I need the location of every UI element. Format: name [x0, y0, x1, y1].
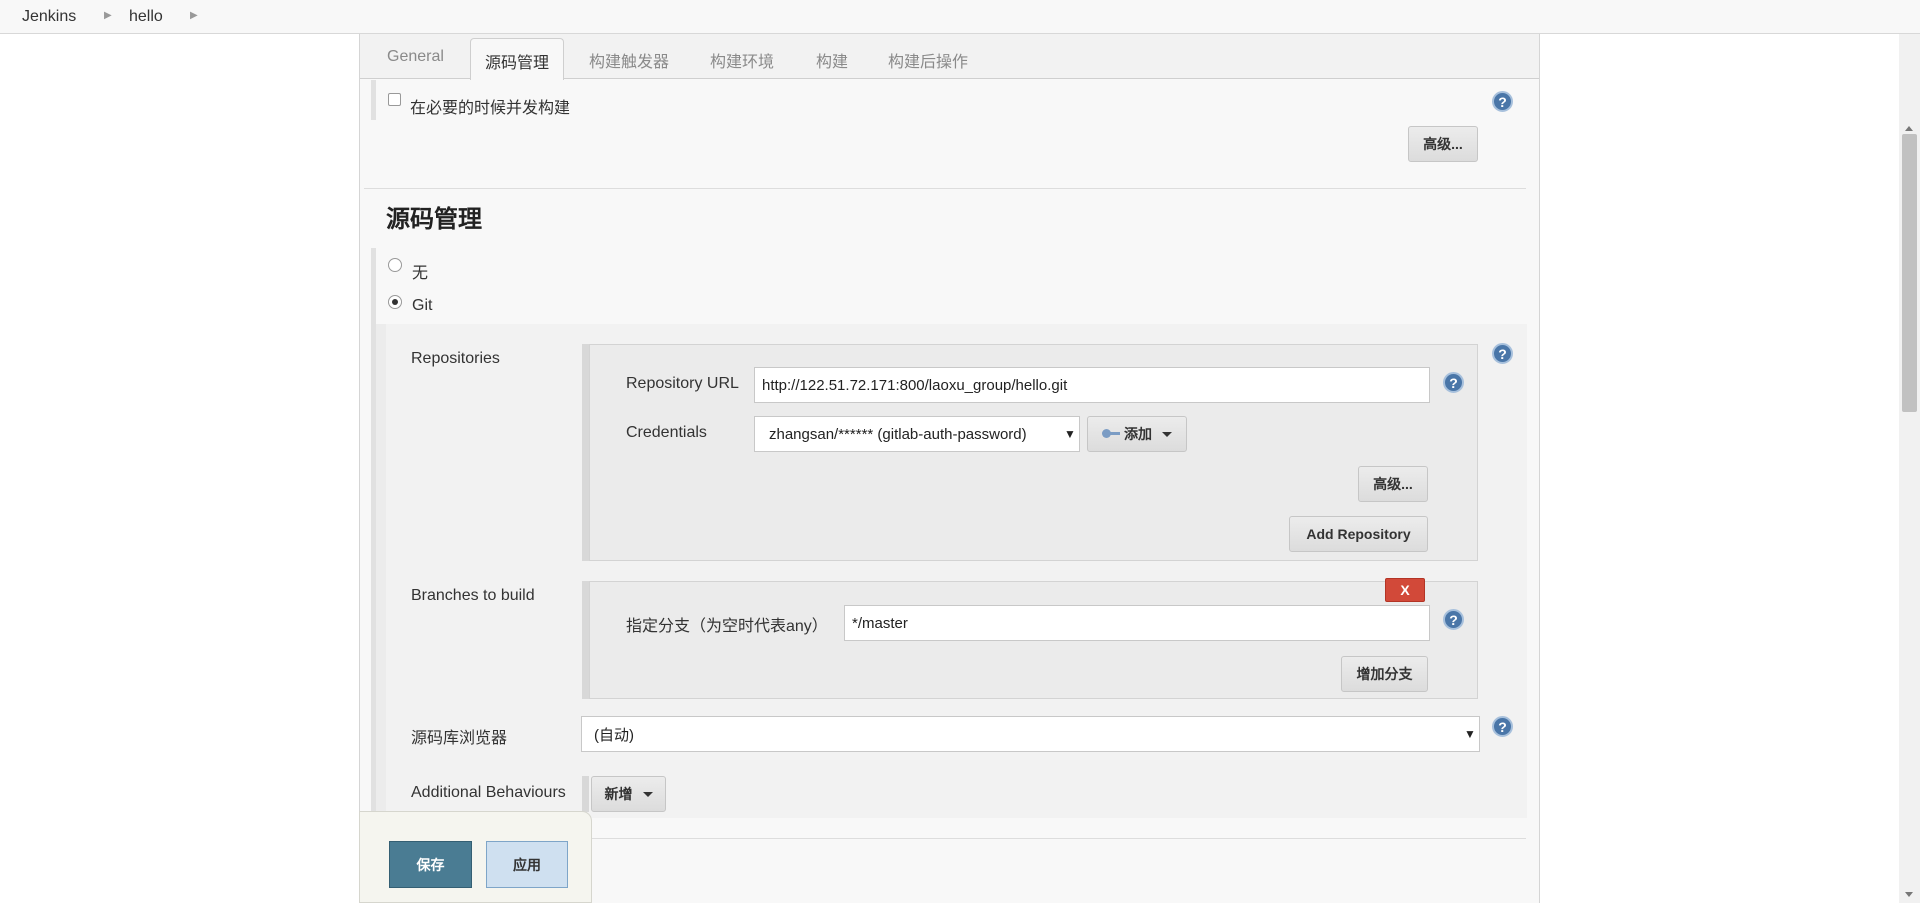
- add-behaviour-label: 新增: [604, 786, 633, 802]
- select-arrow-icon[interactable]: ▼: [1464, 727, 1476, 741]
- repo-browser-value: (自动): [594, 726, 634, 744]
- apply-button[interactable]: 应用: [486, 841, 568, 888]
- section-divider: [364, 188, 1526, 189]
- section-indent-bar: [371, 80, 376, 120]
- repo-url-input[interactable]: http://122.51.72.171:800/laoxu_group/hel…: [754, 367, 1430, 403]
- add-credentials-button[interactable]: 添加: [1087, 416, 1187, 452]
- save-button[interactable]: 保存: [389, 841, 472, 888]
- config-panel: General 源码管理 构建触发器 构建环境 构建 构建后操作 在必要的时候并…: [359, 34, 1540, 903]
- caret-down-icon: [642, 791, 653, 797]
- add-repository-button[interactable]: Add Repository: [1289, 516, 1428, 552]
- scm-git-label: Git: [412, 297, 433, 314]
- credentials-value: zhangsan/****** (gitlab-auth-password): [769, 425, 1027, 443]
- repo-advanced-button[interactable]: 高级...: [1358, 466, 1428, 502]
- help-icon[interactable]: ?: [1492, 343, 1513, 364]
- select-arrow-icon[interactable]: ▼: [1064, 427, 1076, 441]
- tab-build-environment[interactable]: 构建环境: [710, 48, 774, 72]
- branch-spec-input[interactable]: */master: [844, 605, 1430, 641]
- tab-scm[interactable]: 源码管理: [470, 38, 565, 80]
- scrollbar[interactable]: [1899, 34, 1920, 903]
- breadcrumb-jenkins[interactable]: Jenkins: [22, 8, 76, 26]
- tab-post-build[interactable]: 构建后操作: [888, 48, 968, 72]
- git-indent-bar: [376, 324, 386, 848]
- concurrent-build-label: 在必要的时候并发构建: [410, 100, 571, 117]
- add-behaviour-button[interactable]: 新增: [591, 776, 666, 812]
- credentials-label: Credentials: [626, 424, 707, 441]
- repo-browser-select[interactable]: (自动): [581, 716, 1480, 752]
- branch-spec-label: 指定分支（为空时代表any）: [626, 618, 828, 635]
- repositories-label: Repositories: [411, 350, 500, 367]
- scm-section-title: 源码管理: [386, 206, 482, 233]
- repository-bar: [582, 344, 589, 561]
- add-credentials-label: 添加: [1124, 426, 1152, 442]
- general-advanced-button[interactable]: 高级...: [1408, 126, 1478, 162]
- branch-bar: [582, 581, 589, 699]
- help-icon[interactable]: ?: [1492, 716, 1513, 737]
- scm-none-label: 无: [412, 265, 429, 282]
- scm-none-radio[interactable]: [388, 258, 402, 272]
- chevron-right-icon[interactable]: ▶: [190, 10, 198, 21]
- branches-label: Branches to build: [411, 587, 535, 604]
- concurrent-build-checkbox[interactable]: [388, 93, 401, 106]
- help-icon[interactable]: ?: [1443, 609, 1464, 630]
- help-icon[interactable]: ?: [1443, 372, 1464, 393]
- scm-git-radio[interactable]: [388, 295, 402, 309]
- save-bar: 保存 应用: [359, 811, 592, 903]
- breadcrumb-hello[interactable]: hello: [129, 8, 163, 26]
- key-icon: [1102, 429, 1120, 439]
- repo-url-label: Repository URL: [626, 375, 739, 392]
- add-branch-button[interactable]: 增加分支: [1341, 656, 1428, 692]
- config-tabs: General 源码管理 构建触发器 构建环境 构建 构建后操作: [360, 34, 1539, 80]
- repo-browser-label: 源码库浏览器: [411, 730, 508, 747]
- scroll-up-icon[interactable]: [1905, 126, 1913, 131]
- scrollbar-thumb[interactable]: [1902, 134, 1917, 412]
- breadcrumb: Jenkins ▶ hello ▶: [0, 0, 1920, 34]
- caret-down-icon: [1162, 431, 1172, 437]
- chevron-right-icon[interactable]: ▶: [104, 10, 112, 21]
- delete-branch-button[interactable]: X: [1385, 578, 1425, 602]
- behaviours-bar: [582, 776, 589, 812]
- behaviours-label: Additional Behaviours: [411, 784, 566, 801]
- scroll-down-icon[interactable]: [1905, 892, 1913, 897]
- tab-build-triggers[interactable]: 构建触发器: [589, 48, 669, 72]
- help-icon[interactable]: ?: [1492, 91, 1513, 112]
- credentials-select[interactable]: zhangsan/****** (gitlab-auth-password): [754, 416, 1080, 452]
- tab-build[interactable]: 构建: [816, 48, 848, 72]
- tab-general[interactable]: General: [387, 48, 444, 66]
